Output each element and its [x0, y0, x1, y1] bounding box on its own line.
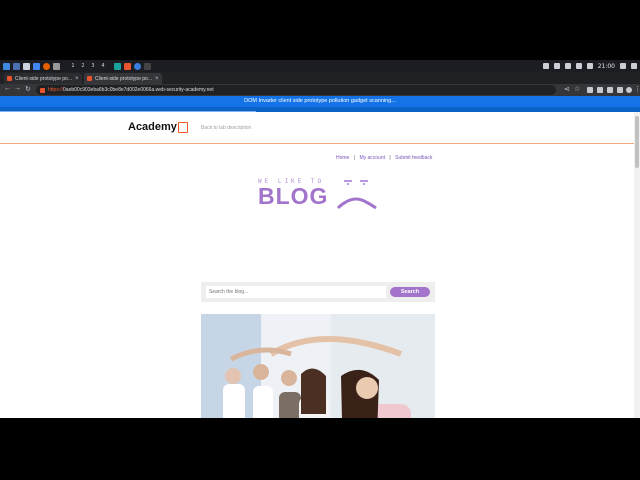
window-icon-2[interactable] — [144, 62, 151, 70]
academy-logo[interactable]: Academy — [128, 121, 177, 133]
scrollbar-thumb[interactable] — [635, 116, 639, 168]
browser-tab-1[interactable]: Client-side prototype po... × — [4, 73, 82, 84]
blog-wordmark: BLOG — [258, 183, 329, 209]
chrome-icon[interactable] — [134, 62, 141, 70]
profile-avatar[interactable] — [626, 87, 632, 93]
tab-strip: Client-side prototype po... × Client-sid… — [0, 72, 640, 94]
clock: 21:00 — [597, 62, 615, 70]
forward-icon[interactable]: → — [14, 85, 21, 92]
url-text: 0aeb00c903eba6b3c0be8e7d002e0066a.web-se… — [63, 87, 214, 93]
blog-logo: WE LIKE TO BLOG — [258, 178, 328, 210]
home-link[interactable]: Home — [336, 155, 349, 161]
firefox-icon[interactable] — [43, 62, 50, 70]
blog-post-image[interactable] — [201, 314, 435, 418]
lock-icon[interactable] — [620, 63, 626, 69]
browser-icon[interactable] — [33, 62, 40, 70]
close-tab-icon[interactable]: × — [75, 76, 79, 82]
blog-face-icon — [336, 180, 377, 210]
browser-tab-2[interactable]: Client-side prototype po... × — [84, 73, 162, 84]
mic-icon[interactable] — [564, 63, 571, 69]
browser-toolbar: ← → ↻ https:// 0aeb00c903eba6b3c0be8e7d0… — [0, 84, 640, 96]
extension-icon-2[interactable] — [597, 87, 603, 93]
share-icon[interactable]: ⋖ — [564, 85, 570, 93]
tab-title: Client-side prototype po... — [95, 75, 152, 82]
bookmark-star-icon[interactable]: ☆ — [574, 85, 580, 93]
back-icon[interactable]: ← — [4, 85, 11, 92]
terminal-icon[interactable] — [13, 62, 20, 70]
favicon-icon — [7, 76, 12, 81]
dom-invader-banner: DOM Invader client side prototype pollut… — [0, 96, 640, 107]
extension-icon-1[interactable] — [587, 87, 593, 93]
nav-separator: | — [353, 155, 356, 161]
extensions-puzzle-icon[interactable] — [607, 87, 613, 93]
more-menu-icon[interactable]: ⋮ — [634, 85, 640, 93]
system-tray: 21:00 — [542, 60, 637, 72]
back-to-lab-link[interactable]: Back to lab description — [201, 125, 251, 131]
folder-icon[interactable] — [23, 62, 30, 70]
screen: 1 2 3 4 21:00 Client-side prototype po..… — [0, 60, 640, 418]
os-taskbar: 1 2 3 4 21:00 — [0, 60, 640, 72]
search-form: Search — [201, 282, 435, 302]
academy-header: Academy Back to lab description — [0, 112, 636, 144]
url-scheme: https:// — [48, 87, 64, 93]
app-menu-icon[interactable] — [3, 62, 10, 70]
notification-icon[interactable] — [575, 63, 582, 69]
page-scrollbar[interactable] — [634, 112, 640, 418]
app-icon[interactable] — [124, 62, 131, 70]
reload-icon[interactable]: ↻ — [25, 85, 31, 93]
battery-icon[interactable] — [586, 63, 593, 69]
volume-icon[interactable] — [553, 63, 560, 69]
workspace-1[interactable]: 1 — [68, 63, 78, 69]
window-icon[interactable] — [53, 62, 60, 70]
power-icon[interactable] — [631, 63, 637, 69]
my-account-link[interactable]: My account — [359, 155, 385, 161]
not-secure-icon[interactable] — [40, 87, 45, 93]
burp-icon[interactable] — [114, 62, 121, 70]
top-nav: Home | My account | Submit feedback — [336, 155, 435, 161]
nav-separator: | — [389, 155, 391, 161]
submit-feedback-link[interactable]: Submit feedback — [395, 155, 432, 161]
academy-logo-icon — [178, 122, 188, 133]
search-input[interactable] — [206, 286, 386, 298]
search-button[interactable]: Search — [390, 287, 430, 297]
tab-title: Client-side prototype po... — [15, 75, 72, 82]
workspace-3[interactable]: 3 — [88, 63, 98, 69]
sidebar-icon[interactable] — [617, 87, 623, 93]
favicon-icon — [87, 76, 92, 81]
close-tab-icon[interactable]: × — [155, 76, 159, 82]
network-icon[interactable] — [542, 63, 549, 69]
address-bar[interactable]: https:// 0aeb00c903eba6b3c0be8e7d002e006… — [36, 85, 556, 95]
workspace-4[interactable]: 4 — [98, 63, 108, 69]
workspace-2[interactable]: 2 — [78, 63, 88, 69]
